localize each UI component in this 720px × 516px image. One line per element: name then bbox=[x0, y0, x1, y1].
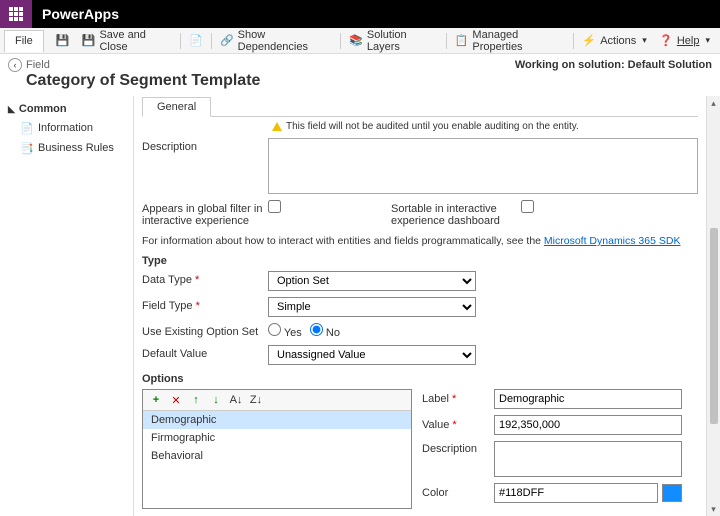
form-icon: 📄 bbox=[20, 121, 34, 135]
description-label: Description bbox=[142, 138, 268, 153]
move-down-icon[interactable]: ↓ bbox=[209, 393, 223, 407]
icon-button[interactable]: 📄 bbox=[183, 32, 209, 50]
brand: PowerApps bbox=[42, 6, 119, 22]
managed-props-label: Managed Properties bbox=[472, 29, 565, 53]
option-color-input[interactable] bbox=[494, 483, 658, 503]
scroll-thumb[interactable] bbox=[710, 228, 718, 424]
use-existing-no[interactable]: No bbox=[310, 323, 340, 339]
scroll-up-icon[interactable]: ▴ bbox=[709, 98, 719, 108]
page-title: Category of Segment Template bbox=[0, 72, 720, 96]
section-type: Type bbox=[142, 255, 698, 267]
dependencies-icon: 🔗 bbox=[220, 34, 234, 48]
tab-row: General bbox=[142, 96, 698, 117]
appears-filter-checkbox[interactable] bbox=[268, 200, 281, 213]
sdk-info: For information about how to interact wi… bbox=[142, 235, 698, 247]
option-label-label: Label bbox=[422, 393, 494, 405]
help-icon: ❓ bbox=[659, 34, 673, 48]
left-nav: ◣ Common 📄 Information 📑 Business Rules bbox=[0, 96, 134, 516]
chevron-down-icon: ▾ bbox=[705, 35, 710, 46]
default-value-label: Default Value bbox=[142, 345, 268, 360]
default-value-select[interactable]: Unassigned Value bbox=[268, 345, 476, 365]
separator bbox=[573, 33, 574, 49]
option-value-input[interactable] bbox=[494, 415, 682, 435]
data-type-select[interactable]: Option Set bbox=[268, 271, 476, 291]
add-icon[interactable]: + bbox=[149, 393, 163, 407]
option-desc-label: Description bbox=[422, 441, 494, 455]
nav-information[interactable]: 📄 Information bbox=[0, 118, 133, 138]
solution-layers-button[interactable]: 📚 Solution Layers bbox=[343, 27, 444, 55]
nav-business-rules[interactable]: 📑 Business Rules bbox=[0, 138, 133, 158]
option-value-label: Value bbox=[422, 419, 494, 431]
save-button[interactable]: 💾 bbox=[50, 32, 76, 50]
chevron-down-icon: ▾ bbox=[642, 35, 647, 46]
options-list: Demographic Firmographic Behavioral bbox=[143, 411, 411, 508]
solution-context: Working on solution: Default Solution bbox=[515, 59, 712, 71]
nav-section-common[interactable]: ◣ Common bbox=[0, 100, 133, 118]
field-type-select[interactable]: Simple bbox=[268, 297, 476, 317]
page-icon: 📄 bbox=[189, 34, 203, 48]
managed-properties-button[interactable]: 📋 Managed Properties bbox=[449, 27, 572, 55]
rules-icon: 📑 bbox=[20, 141, 34, 155]
separator bbox=[446, 33, 447, 49]
scrollbar[interactable]: ▴ ▾ bbox=[706, 96, 720, 516]
waffle-icon bbox=[9, 7, 23, 21]
option-desc-textarea[interactable] bbox=[494, 441, 682, 477]
sortable-label: Sortable in interactive experience dashb… bbox=[391, 200, 521, 227]
topbar: PowerApps bbox=[0, 0, 720, 28]
options-list-panel: + ✕ ↑ ↓ A↓ Z↓ Demographic Firmographic B… bbox=[142, 389, 412, 509]
use-existing-yes[interactable]: Yes bbox=[268, 323, 302, 339]
tab-general[interactable]: General bbox=[142, 97, 211, 117]
save-close-button[interactable]: 💾 Save and Close bbox=[76, 27, 178, 55]
separator bbox=[211, 33, 212, 49]
field-type-label: Field Type bbox=[142, 297, 268, 312]
move-up-icon[interactable]: ↑ bbox=[189, 393, 203, 407]
separator bbox=[180, 33, 181, 49]
chevron-icon: ◣ bbox=[8, 104, 15, 115]
properties-icon: 📋 bbox=[455, 34, 469, 48]
warning-icon bbox=[272, 122, 282, 131]
sortable-checkbox[interactable] bbox=[521, 200, 534, 213]
solution-layers-label: Solution Layers bbox=[367, 29, 438, 53]
sort-asc-icon[interactable]: A↓ bbox=[229, 393, 243, 407]
option-color-label: Color bbox=[422, 487, 494, 499]
context-bar: ‹ Field Working on solution: Default Sol… bbox=[0, 54, 720, 72]
separator bbox=[340, 33, 341, 49]
back-icon[interactable]: ‹ bbox=[8, 58, 22, 72]
layers-icon: 📚 bbox=[349, 34, 363, 48]
appears-filter-label: Appears in global filter in interactive … bbox=[142, 200, 268, 227]
save-close-label: Save and Close bbox=[99, 29, 172, 53]
delete-icon[interactable]: ✕ bbox=[169, 393, 183, 407]
section-options: Options bbox=[142, 373, 698, 385]
color-swatch[interactable] bbox=[662, 484, 682, 502]
option-label-input[interactable] bbox=[494, 389, 682, 409]
file-tab[interactable]: File bbox=[4, 30, 44, 52]
help-label: Help bbox=[677, 35, 700, 47]
use-existing-label: Use Existing Option Set bbox=[142, 323, 268, 338]
actions-icon: ⚡ bbox=[582, 34, 596, 48]
actions-menu[interactable]: ⚡ Actions ▾ bbox=[576, 32, 653, 50]
option-item[interactable]: Firmographic bbox=[143, 429, 411, 447]
save-close-icon: 💾 bbox=[82, 34, 96, 48]
description-textarea[interactable] bbox=[268, 138, 698, 194]
save-icon: 💾 bbox=[56, 34, 70, 48]
command-bar: File 💾 💾 Save and Close 📄 🔗 Show Depende… bbox=[0, 28, 720, 54]
scroll-down-icon[interactable]: ▾ bbox=[709, 504, 719, 514]
actions-label: Actions bbox=[600, 35, 636, 47]
help-button[interactable]: ❓ Help ▾ bbox=[653, 32, 716, 50]
option-item[interactable]: Demographic bbox=[143, 411, 411, 429]
sort-desc-icon[interactable]: Z↓ bbox=[249, 393, 263, 407]
data-type-label: Data Type bbox=[142, 271, 268, 286]
breadcrumb: Field bbox=[26, 59, 50, 71]
option-item[interactable]: Behavioral bbox=[143, 447, 411, 465]
form-area: General This field will not be audited u… bbox=[134, 96, 706, 516]
app-launcher[interactable] bbox=[0, 0, 32, 28]
sdk-link[interactable]: Microsoft Dynamics 365 SDK bbox=[544, 235, 681, 247]
option-detail-panel: Label Value Description Color bbox=[422, 389, 682, 509]
audit-warning: This field will not be audited until you… bbox=[272, 121, 698, 132]
show-dependencies-button[interactable]: 🔗 Show Dependencies bbox=[214, 27, 338, 55]
options-toolbar: + ✕ ↑ ↓ A↓ Z↓ bbox=[143, 390, 411, 411]
show-deps-label: Show Dependencies bbox=[238, 29, 333, 53]
